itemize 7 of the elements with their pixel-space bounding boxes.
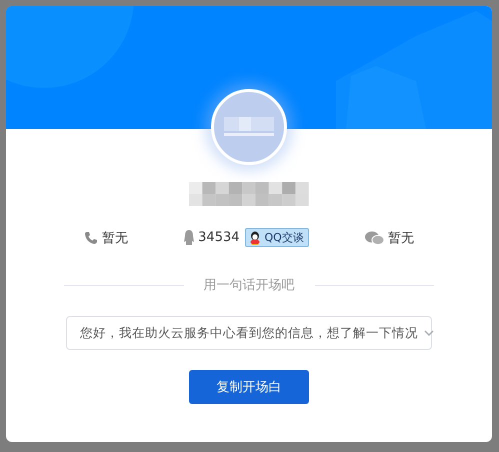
copy-opener-button[interactable]: 复制开场白 xyxy=(189,370,309,404)
qq-chat-button[interactable]: QQ交谈 xyxy=(244,228,309,247)
opener-select[interactable]: 您好，我在助火云服务中心看到您的信息，想了解一下情况 xyxy=(66,316,432,350)
contact-value: 暂无 xyxy=(102,230,128,246)
divider-label: 用一句话开场吧 xyxy=(204,277,294,294)
contact-value: 34534 xyxy=(198,230,240,245)
contact-value: 暂无 xyxy=(388,230,414,246)
